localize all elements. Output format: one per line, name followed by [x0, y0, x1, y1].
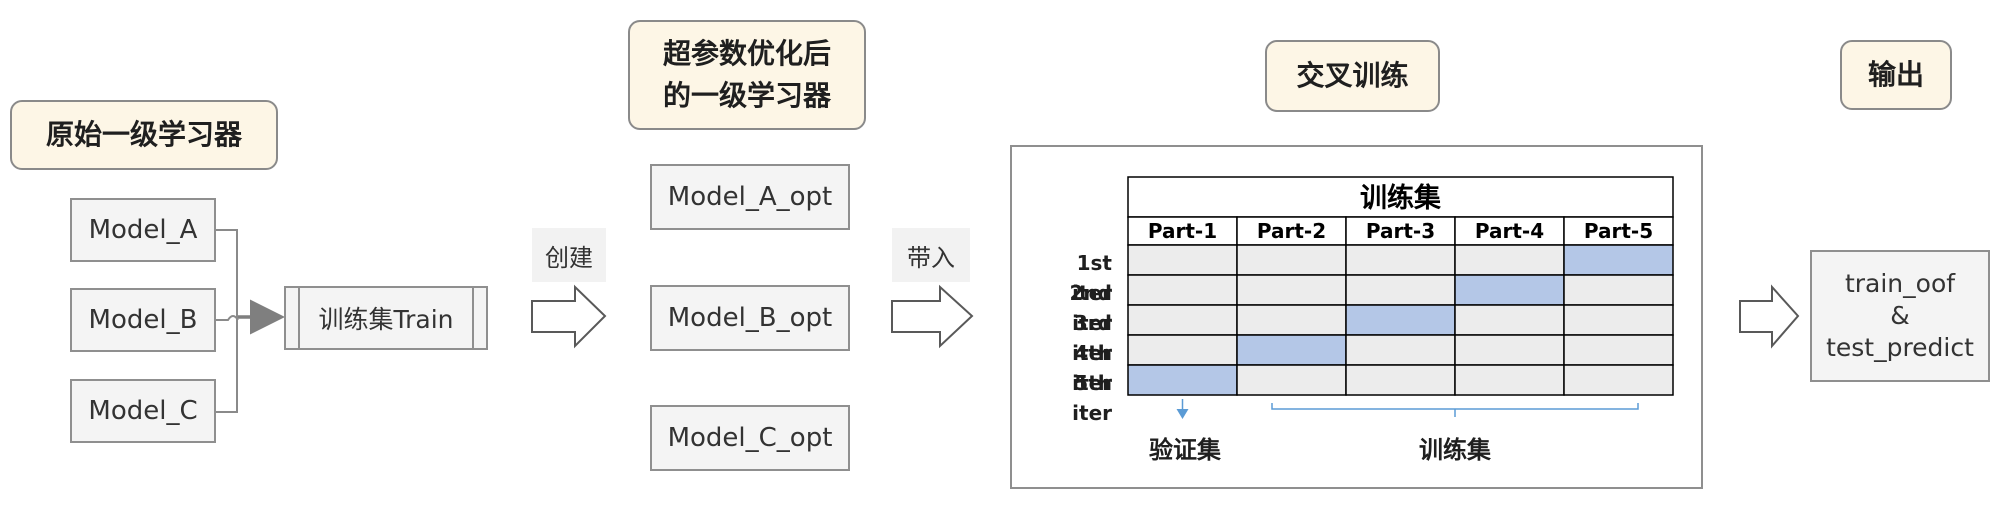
output-box: train_oof & test_predict [1810, 250, 1990, 382]
part-header: Part-3 [1366, 219, 1435, 243]
train-cell [1345, 274, 1456, 306]
train-cell [1563, 364, 1674, 396]
train-cell [1236, 244, 1347, 276]
train-cell [1563, 304, 1674, 336]
training-set-label: 训练集 [1419, 436, 1491, 464]
train-cell [1345, 364, 1456, 396]
train-cell [1454, 364, 1565, 396]
train-cell [1563, 334, 1674, 366]
grid-title: 训练集 [1360, 182, 1442, 214]
output-line2: & [1890, 301, 1910, 330]
validation-cell [1563, 244, 1674, 276]
cv-grid: 训练集 Part-1 Part-2 Part-3 Part-4 Part-5 [1127, 176, 1674, 419]
output-line1: train_oof [1844, 269, 1956, 298]
iter-label: 2nd iter [1069, 281, 1112, 335]
iter-label: 4th iter [1072, 341, 1112, 395]
train-cell [1127, 274, 1238, 306]
validation-cell [1454, 274, 1565, 306]
train-cell [1563, 274, 1674, 306]
iter-labels: 1st iter 2nd iter 3rd iter 4th iter 5th … [1030, 248, 1112, 425]
validation-cell [1236, 334, 1347, 366]
train-cell [1454, 244, 1565, 276]
part-header: Part-5 [1584, 219, 1653, 243]
iter-label: 1st iter [1072, 251, 1112, 305]
validation-cell [1345, 304, 1456, 336]
train-cell [1345, 244, 1456, 276]
train-cell [1454, 304, 1565, 336]
train-cell [1127, 244, 1238, 276]
train-cell [1236, 274, 1347, 306]
iter-label: 3rd iter [1072, 311, 1112, 365]
train-cell [1127, 304, 1238, 336]
part-header: Part-1 [1148, 219, 1217, 243]
train-cell [1345, 334, 1456, 366]
iter-label: 5th iter [1072, 371, 1112, 425]
train-cell [1236, 304, 1347, 336]
validation-cell [1127, 364, 1238, 396]
part-header: Part-4 [1475, 219, 1544, 243]
train-cell [1454, 334, 1565, 366]
validation-set-label: 验证集 [1149, 436, 1221, 464]
output-line3: test_predict [1826, 333, 1974, 362]
train-cell [1127, 334, 1238, 366]
train-cell [1236, 364, 1347, 396]
part-header: Part-2 [1257, 219, 1326, 243]
training-bracket [1271, 403, 1639, 410]
validation-marker-arrow [1176, 409, 1189, 419]
